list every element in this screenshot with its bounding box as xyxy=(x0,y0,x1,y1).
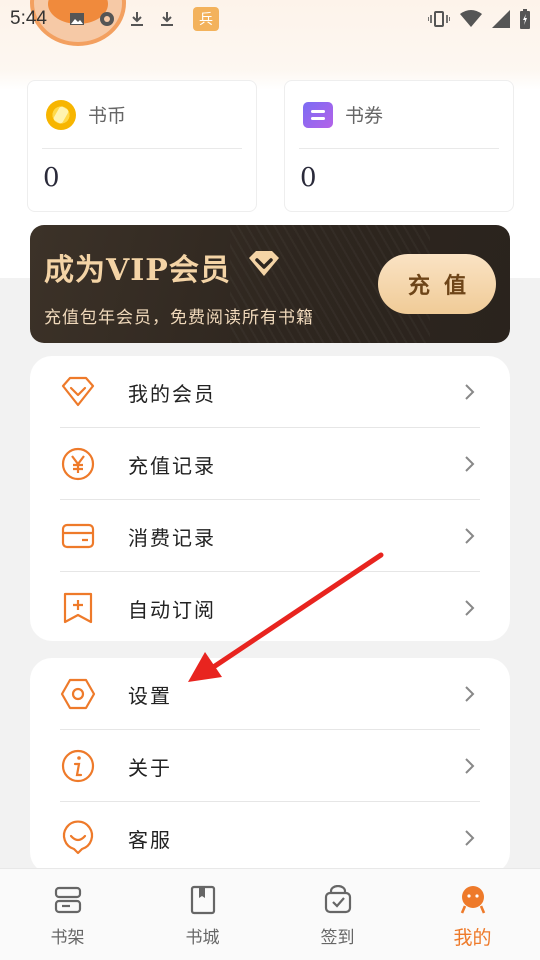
yen-icon xyxy=(61,447,95,481)
chevron-right-icon xyxy=(465,600,475,616)
coin-balance-card[interactable]: 书币 0 xyxy=(27,80,257,212)
vip-banner[interactable]: 成为VIP会员 充值包年会员，免费阅读所有书籍 充值 xyxy=(30,225,510,343)
info-icon xyxy=(61,749,95,783)
menu-item-customer-service[interactable]: 客服 xyxy=(30,802,510,874)
app-menu: 设置 关于 客服 xyxy=(30,658,510,874)
account-menu: 我的会员 充值记录 消费记录 自动订阅 xyxy=(30,356,510,641)
chevron-right-icon xyxy=(465,528,475,544)
nav-item-profile[interactable]: 我的 xyxy=(405,869,540,960)
menu-item-spending-history[interactable]: 消费记录 xyxy=(30,500,510,572)
ticket-icon xyxy=(303,101,333,128)
bottom-navigation: 书架 书城 签到 我的 xyxy=(0,868,540,960)
nav-item-checkin[interactable]: 签到 xyxy=(270,869,405,960)
vip-title: 成为VIP会员 xyxy=(44,253,231,288)
book-store-icon xyxy=(190,885,215,915)
signal-icon xyxy=(492,10,510,28)
vibrate-icon xyxy=(428,11,450,27)
diamond-icon xyxy=(249,251,279,276)
nav-label: 签到 xyxy=(320,928,355,948)
diamond-icon xyxy=(61,376,95,407)
ticket-value: 0 xyxy=(300,163,317,193)
coin-icon xyxy=(46,99,76,130)
chevron-right-icon xyxy=(465,686,475,702)
chevron-right-icon xyxy=(465,384,475,400)
status-system-icons xyxy=(428,9,530,29)
settings-hexagon-icon xyxy=(60,678,96,710)
chevron-right-icon xyxy=(465,830,475,846)
card-icon xyxy=(61,523,95,549)
bookmark-plus-icon xyxy=(63,592,93,624)
nav-item-bookshelf[interactable]: 书架 xyxy=(0,869,135,960)
nav-label: 我的 xyxy=(453,927,492,949)
menu-label: 我的会员 xyxy=(128,381,216,406)
image-icon xyxy=(69,13,84,25)
chevron-right-icon xyxy=(465,758,475,774)
menu-item-about[interactable]: 关于 xyxy=(30,730,510,802)
profile-icon xyxy=(460,886,485,914)
download-icon xyxy=(130,12,143,26)
menu-label: 设置 xyxy=(128,683,172,708)
ticket-balance-card[interactable]: 书券 0 xyxy=(284,80,514,212)
nav-label: 书架 xyxy=(50,928,85,948)
recharge-button[interactable]: 充值 xyxy=(378,254,496,314)
status-bar: 5:44 兵 xyxy=(0,0,540,38)
coin-value: 0 xyxy=(43,163,60,193)
ticket-card-header: 书券 xyxy=(299,81,499,149)
customer-service-icon xyxy=(62,820,94,855)
wifi-icon xyxy=(460,10,482,27)
record-icon xyxy=(99,12,114,26)
menu-item-membership[interactable]: 我的会员 xyxy=(30,356,510,428)
battery-icon xyxy=(520,9,530,29)
nav-item-book-store[interactable]: 书城 xyxy=(135,869,270,960)
notification-badge: 兵 xyxy=(192,7,219,31)
download-icon-2 xyxy=(160,12,173,26)
menu-item-recharge-history[interactable]: 充值记录 xyxy=(30,428,510,500)
status-time: 5:44 xyxy=(10,8,47,29)
vip-subtitle: 充值包年会员，免费阅读所有书籍 xyxy=(44,308,314,328)
checkin-bag-icon xyxy=(324,885,351,914)
menu-label: 消费记录 xyxy=(128,525,216,550)
chevron-right-icon xyxy=(465,456,475,472)
nav-label: 书城 xyxy=(185,928,220,948)
status-notifications: 兵 xyxy=(69,7,219,31)
coin-card-header: 书币 xyxy=(42,81,242,149)
ticket-label: 书券 xyxy=(345,105,384,127)
menu-item-settings[interactable]: 设置 xyxy=(30,658,510,730)
menu-label: 客服 xyxy=(128,827,172,852)
coin-label: 书币 xyxy=(88,105,127,127)
menu-item-auto-subscribe[interactable]: 自动订阅 xyxy=(30,572,510,644)
menu-label: 自动订阅 xyxy=(128,597,216,622)
menu-label: 关于 xyxy=(128,755,172,780)
bookshelf-icon xyxy=(54,886,81,914)
menu-label: 充值记录 xyxy=(128,453,216,478)
